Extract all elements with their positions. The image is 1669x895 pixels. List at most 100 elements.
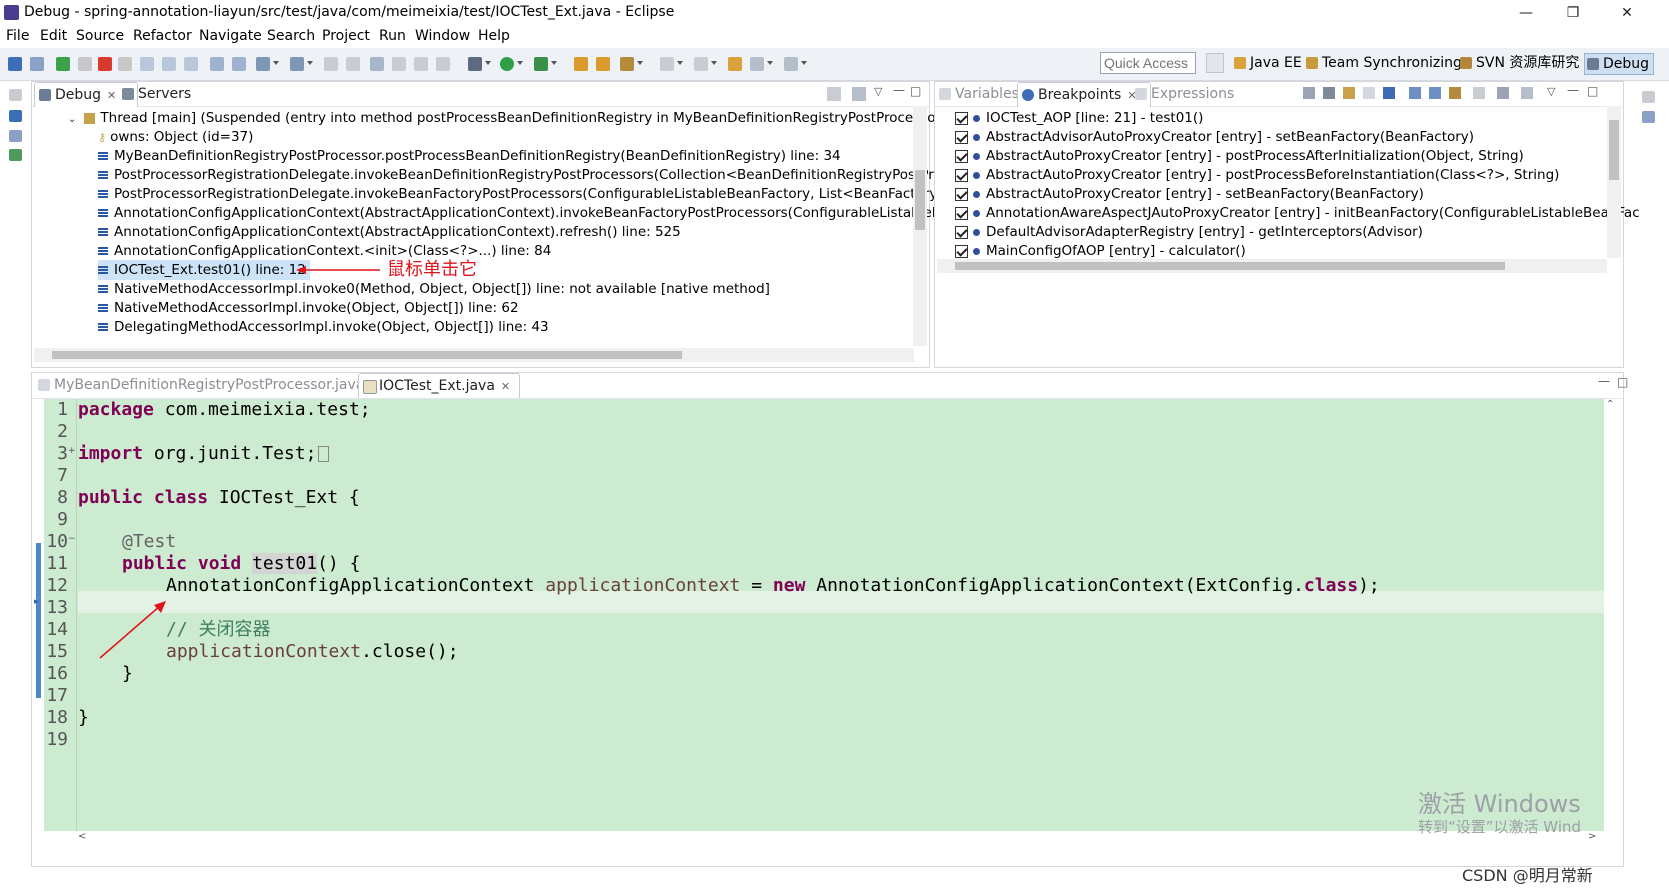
- next-annotation-icon[interactable]: [660, 57, 674, 71]
- scroll-thumb[interactable]: [955, 262, 1505, 270]
- breakpoint-item[interactable]: AbstractAutoProxyCreator [entry] - postP…: [955, 165, 1559, 185]
- tab-expressions[interactable]: Expressions: [1131, 82, 1234, 106]
- scroll-thumb[interactable]: [1609, 120, 1619, 180]
- remove-terminated-icon[interactable]: [827, 87, 841, 101]
- view-menu-icon[interactable]: ▽: [1547, 85, 1555, 98]
- maximize-editor-icon[interactable]: □: [1617, 375, 1628, 389]
- collapse-all-icon[interactable]: [1429, 87, 1441, 99]
- perspective-svn[interactable]: SVN 资源库研究: [1458, 53, 1579, 73]
- debug-icon[interactable]: [468, 57, 482, 71]
- quick-access-input[interactable]: [1100, 52, 1196, 74]
- step-into-icon[interactable]: [140, 57, 154, 71]
- stack-frame-row[interactable]: MyBeanDefinitionRegistryPostProcessor.po…: [98, 146, 841, 166]
- back-icon[interactable]: [750, 57, 764, 71]
- scroll-up-icon[interactable]: ⌃: [1606, 399, 1614, 410]
- breakpoint-item[interactable]: DefaultAdvisorAdapterRegistry [entry] - …: [955, 222, 1423, 242]
- open-package-icon[interactable]: [596, 57, 610, 71]
- scroll-thumb[interactable]: [915, 170, 925, 230]
- thread-row[interactable]: ⌄ Thread [main] (Suspended (entry into me…: [68, 108, 952, 128]
- external-tools-icon[interactable]: [534, 57, 548, 71]
- open-type-icon[interactable]: [290, 57, 304, 71]
- scroll-left-icon[interactable]: <: [78, 831, 86, 842]
- tab-mybeandefinition[interactable]: MyBeanDefinitionRegistryPostProcessor.ja…: [34, 373, 364, 397]
- stack-frame-row[interactable]: AnnotationConfigApplicationContext(Abstr…: [98, 203, 949, 223]
- menu-help[interactable]: Help: [478, 28, 510, 44]
- breakpoints-vertical-scrollbar[interactable]: [1607, 106, 1621, 258]
- forward-icon[interactable]: [784, 57, 798, 71]
- fold-collapse-icon[interactable]: −: [68, 534, 76, 544]
- stack-frame-row[interactable]: PostProcessorRegistrationDelegate.invoke…: [98, 165, 957, 185]
- breakpoint-item[interactable]: AnnotationAwareAspectJAutoProxyCreator […: [955, 203, 1640, 223]
- checkbox[interactable]: [955, 130, 968, 144]
- checkbox[interactable]: [955, 187, 968, 201]
- outline-icon[interactable]: [9, 149, 22, 161]
- external-dropdown-icon[interactable]: [551, 61, 557, 65]
- tab-variables[interactable]: Variables: [935, 82, 1019, 106]
- maximize-view-icon[interactable]: □: [910, 84, 921, 98]
- pen-icon[interactable]: [392, 57, 406, 71]
- print-icon[interactable]: [324, 57, 338, 71]
- checkbox[interactable]: [955, 149, 968, 163]
- breakpoint-item[interactable]: AbstractAutoProxyCreator [entry] - postP…: [955, 146, 1524, 166]
- stack-frame-row[interactable]: AnnotationConfigApplicationContext.<init…: [98, 241, 551, 261]
- expand-chevron-icon[interactable]: ⌄: [68, 114, 76, 125]
- outline-view-icon[interactable]: [1642, 111, 1655, 123]
- tab-servers[interactable]: Servers: [118, 82, 191, 106]
- collapse-icon[interactable]: [852, 87, 866, 101]
- stack-frame-row[interactable]: NativeMethodAccessorImpl.invoke(Object, …: [98, 298, 519, 318]
- maximize-button[interactable]: ❐: [1550, 0, 1596, 26]
- search-icon[interactable]: [620, 57, 634, 71]
- checkbox[interactable]: [955, 244, 968, 258]
- maximize-view-icon[interactable]: □: [1587, 84, 1598, 98]
- minimize-view-icon[interactable]: —: [1567, 83, 1579, 97]
- goto-file-icon[interactable]: [1363, 87, 1375, 99]
- breakpoint-item[interactable]: AbstractAdvisorAutoProxyCreator [entry] …: [955, 127, 1474, 147]
- checkbox[interactable]: [955, 206, 968, 220]
- scroll-thumb[interactable]: [52, 351, 682, 359]
- prev-annotation-icon[interactable]: [694, 57, 708, 71]
- disconnect-icon[interactable]: [118, 57, 132, 71]
- debug-dropdown-icon[interactable]: [485, 61, 491, 65]
- annotation-icon[interactable]: [370, 57, 384, 71]
- back-dropdown-icon[interactable]: [767, 61, 773, 65]
- menu-run[interactable]: Run: [379, 28, 406, 44]
- prev-annotation-dropdown-icon[interactable]: [711, 61, 717, 65]
- folded-imports-box[interactable]: [318, 446, 330, 462]
- debug-vertical-scrollbar[interactable]: [913, 106, 927, 346]
- close-button[interactable]: ✕: [1604, 0, 1650, 26]
- menu-refactor[interactable]: Refactor: [133, 28, 192, 44]
- remove-all-icon[interactable]: [1323, 87, 1335, 99]
- stack-frame-row[interactable]: AnnotationConfigApplicationContext(Abstr…: [98, 222, 681, 242]
- perspective-java-ee[interactable]: Java EE: [1232, 53, 1302, 73]
- close-tab-icon[interactable]: ✕: [501, 380, 510, 393]
- perspective-team-sync[interactable]: Team Synchronizing: [1304, 53, 1462, 73]
- search-dropdown-icon[interactable]: [637, 61, 643, 65]
- run-icon[interactable]: [500, 57, 514, 71]
- new-wizard-icon[interactable]: [256, 57, 270, 71]
- open-dropdown-icon[interactable]: [307, 61, 313, 65]
- java-exception-icon[interactable]: [1473, 87, 1485, 99]
- right-restore-icon[interactable]: [1642, 91, 1655, 103]
- open-folder-icon[interactable]: [574, 57, 588, 71]
- expand-all-icon[interactable]: [1409, 87, 1421, 99]
- skip-all-icon[interactable]: [1383, 87, 1395, 99]
- fold-expand-icon[interactable]: +: [68, 446, 76, 456]
- editor-horizontal-scrollbar[interactable]: < >: [44, 831, 1604, 845]
- checkbox[interactable]: [955, 111, 968, 125]
- use-step-filters-icon[interactable]: [232, 57, 246, 71]
- navigator-icon[interactable]: [9, 130, 22, 142]
- step-over-icon[interactable]: [162, 57, 176, 71]
- stack-frame-row[interactable]: PostProcessorRegistrationDelegate.invoke…: [98, 184, 960, 204]
- terminate-icon[interactable]: [98, 57, 112, 71]
- menu-navigate[interactable]: Navigate: [199, 28, 262, 44]
- perspective-debug[interactable]: Debug: [1584, 53, 1655, 75]
- next-annotation-dropdown-icon[interactable]: [677, 61, 683, 65]
- breakpoints-horizontal-scrollbar[interactable]: [937, 259, 1607, 273]
- menu-file[interactable]: File: [6, 28, 29, 44]
- breakpoint-item[interactable]: AbstractAutoProxyCreator [entry] - setBe…: [955, 184, 1424, 204]
- forward-dropdown-icon[interactable]: [801, 61, 807, 65]
- close-tab-icon[interactable]: ✕: [107, 89, 116, 102]
- breakpoint-item[interactable]: IOCTest_AOP [line: 21] - test01(): [955, 108, 1203, 128]
- suspend-icon[interactable]: [78, 57, 92, 71]
- open-perspective-icon[interactable]: [1206, 53, 1224, 73]
